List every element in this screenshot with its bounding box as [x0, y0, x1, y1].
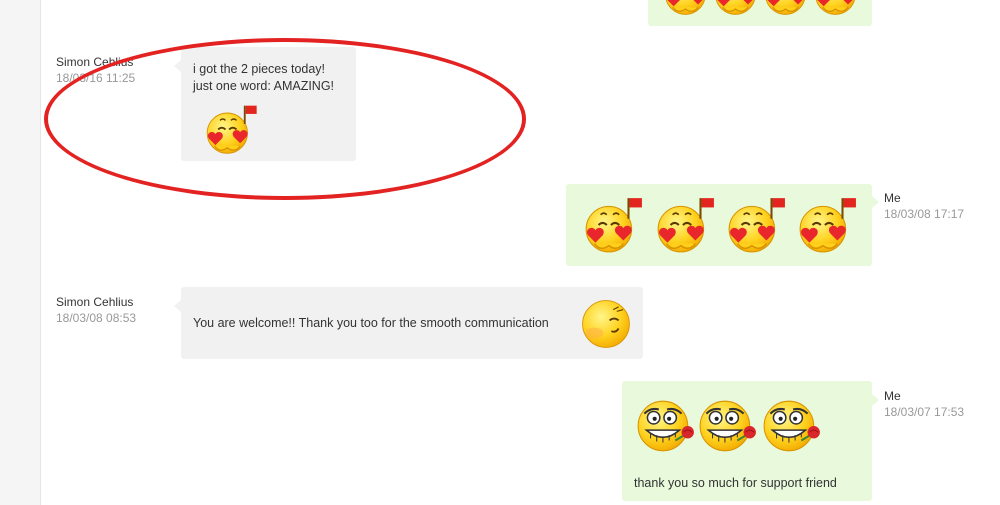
kiss-emoticon-icon [812, 0, 866, 18]
smug-smile-emoticon-icon [579, 297, 633, 351]
kiss-emoticon-icon [662, 0, 716, 18]
sender-name: Me [884, 191, 901, 205]
message-bubble: thank you so much for support friend [622, 381, 872, 501]
bubble-tail [174, 300, 181, 312]
message-text-line: i got the 2 pieces today! [193, 62, 326, 76]
kiss-emoticon-icon [201, 102, 261, 157]
kiss-emoticon-icon [654, 194, 716, 256]
kiss-emoticon-icon [796, 194, 858, 256]
kiss-emoticon-icon [762, 0, 816, 18]
message-time: 18/03/16 11:25 [56, 71, 136, 85]
sender-name: Simon Cehlius [56, 295, 134, 309]
message-text: You are welcome!! Thank you too for the … [193, 316, 549, 330]
message-bubble [566, 184, 872, 266]
grin-rose-emoticon-icon [634, 395, 696, 457]
bubble-tail [872, 196, 879, 208]
bubble-tail [174, 60, 181, 72]
sender-name: Me [884, 389, 901, 403]
message-time: 18/03/08 17:17 [884, 207, 965, 221]
left-rail [0, 0, 41, 505]
message-bubble: You are welcome!! Thank you too for the … [181, 287, 643, 359]
bubble-tail [872, 394, 879, 406]
message-time: 18/03/07 17:53 [884, 405, 965, 419]
message-text-line: just one word: AMAZING! [193, 79, 335, 93]
kiss-emoticon-icon [582, 194, 644, 256]
sender-name: Simon Cehlius [56, 55, 134, 69]
message-bubble-partial [648, 0, 872, 26]
message-time: 18/03/08 08:53 [56, 311, 137, 325]
kiss-emoticon-icon [725, 194, 787, 256]
kiss-emoticon-icon [712, 0, 766, 18]
grin-rose-emoticon-icon [696, 395, 758, 457]
message-text: thank you so much for support friend [634, 476, 837, 490]
grin-rose-emoticon-icon [760, 395, 822, 457]
message-bubble: i got the 2 pieces today! just one word:… [181, 47, 356, 161]
